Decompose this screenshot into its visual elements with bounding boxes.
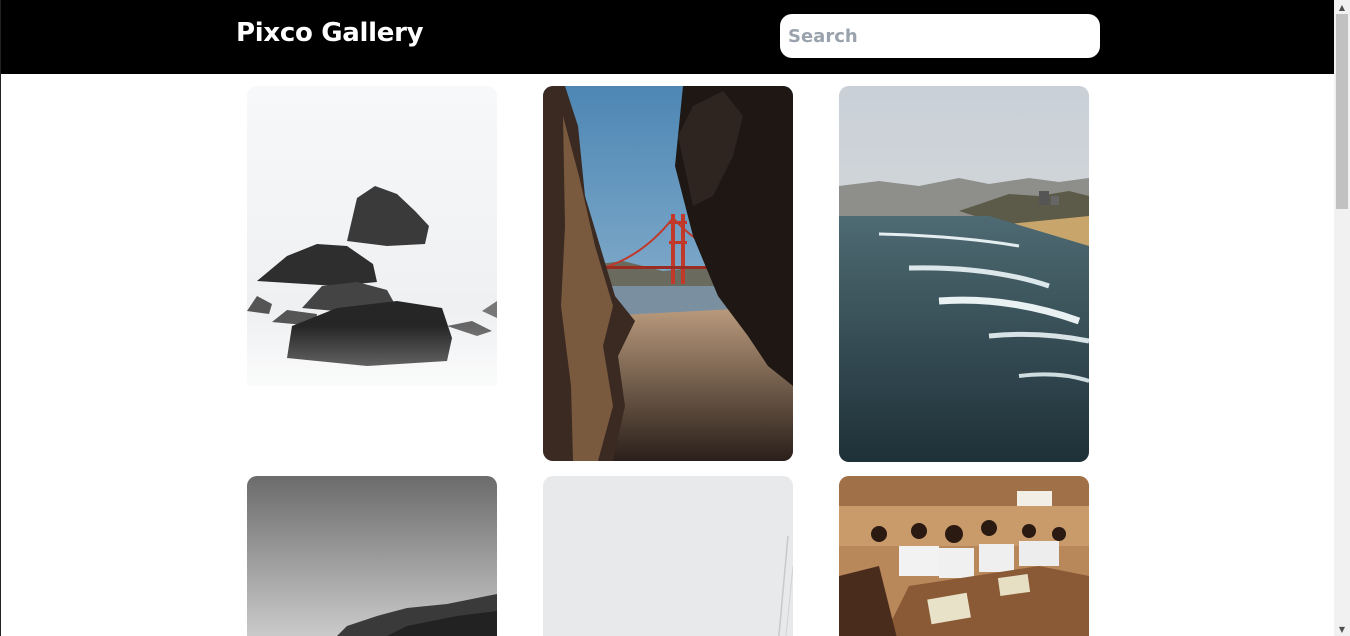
photo-golden-gate <box>543 86 793 461</box>
photo-card-bw-mountains[interactable] <box>247 476 497 636</box>
vertical-scrollbar[interactable]: ▲ ▼ <box>1334 0 1350 636</box>
header-bar: Pixco Gallery <box>1 0 1334 74</box>
photo-card-golden-gate[interactable] <box>543 86 793 461</box>
photo-card-classroom[interactable] <box>839 476 1089 636</box>
photo-classroom <box>839 476 1089 636</box>
page: Pixco Gallery <box>0 0 1334 636</box>
photo-card-ocean-waves[interactable] <box>839 86 1089 462</box>
photo-card-pale-sky[interactable] <box>543 476 793 636</box>
photo-pale-sky <box>543 476 793 636</box>
photo-misty-rocks <box>247 86 497 458</box>
arrow-down-icon[interactable]: ▼ <box>1334 622 1350 636</box>
photo-ocean-waves <box>839 86 1089 462</box>
photo-card-misty-rocks[interactable] <box>247 86 497 458</box>
brand-logo[interactable]: Pixco Gallery <box>236 18 424 48</box>
arrow-up-icon[interactable]: ▲ <box>1334 0 1350 14</box>
search-input[interactable] <box>780 14 1100 58</box>
scrollbar-thumb[interactable] <box>1336 14 1348 209</box>
photo-bw-mountains <box>247 476 497 636</box>
